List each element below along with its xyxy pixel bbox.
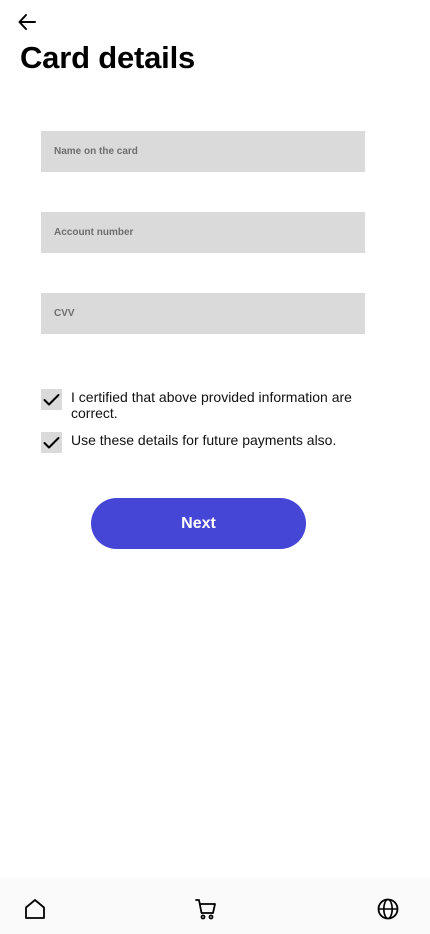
page-title: Card details	[20, 40, 196, 75]
account-number-input[interactable]	[41, 212, 365, 253]
checkmark-icon	[43, 436, 60, 448]
nav-home[interactable]	[22, 896, 48, 922]
future-payments-checkbox-row[interactable]: Use these details for future payments al…	[41, 432, 391, 453]
cvv-input[interactable]	[41, 293, 365, 334]
checkmark-icon	[43, 393, 60, 405]
future-payments-label: Use these details for future payments al…	[71, 432, 337, 448]
cart-icon	[195, 899, 216, 920]
certify-checkbox-row[interactable]: I certified that above provided informat…	[41, 389, 391, 421]
certify-label: I certified that above provided informat…	[71, 389, 352, 421]
nav-globe[interactable]	[375, 896, 401, 922]
certify-checkbox[interactable]	[41, 389, 62, 410]
arrow-left-icon	[18, 14, 36, 30]
bottom-nav	[0, 878, 430, 934]
home-icon	[25, 899, 45, 919]
next-button[interactable]: Next	[91, 498, 306, 549]
back-button[interactable]	[14, 10, 40, 34]
future-payments-checkbox[interactable]	[41, 432, 62, 453]
name-on-card-input[interactable]	[41, 131, 365, 172]
nav-cart[interactable]	[193, 896, 219, 922]
globe-icon	[377, 898, 399, 920]
